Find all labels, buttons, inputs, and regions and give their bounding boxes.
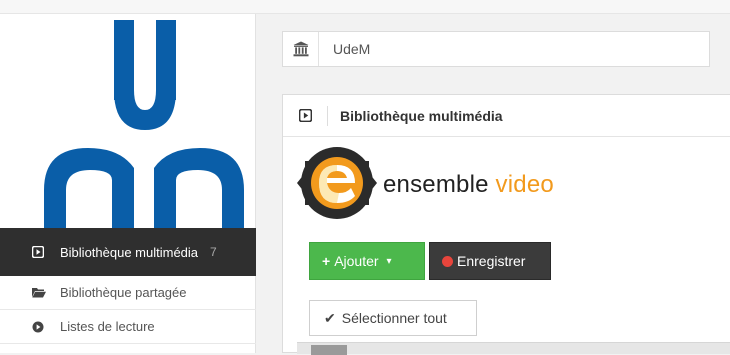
- list-toolbar-strip: [297, 342, 730, 355]
- organization-name: UdeM: [333, 41, 371, 57]
- brand-word-video: video: [495, 171, 554, 198]
- institution-icon: [283, 32, 319, 66]
- media-library-panel: Bibliothèque multimédia ensemble video +…: [282, 94, 730, 355]
- plus-icon: +: [322, 253, 331, 269]
- list-toolbar-handle: [311, 345, 347, 355]
- ensemble-logo-icon: [297, 143, 377, 228]
- sidebar-item-playlists[interactable]: Listes de lecture: [0, 310, 256, 344]
- organization-bar[interactable]: UdeM: [282, 31, 710, 67]
- sidebar-item-label: Bibliothèque partagée: [60, 285, 187, 300]
- play-square-icon: [32, 246, 50, 258]
- header-divider: [327, 105, 328, 126]
- caret-down-icon: ▾: [386, 255, 392, 267]
- sidebar-item-label: Bibliothèque multimédia: [60, 244, 199, 260]
- action-buttons: + Ajouter ▾ Enregistrer: [309, 242, 551, 280]
- sidebar: Bibliothèque multimédia 7 Bibliothèque p…: [0, 14, 256, 353]
- panel-title: Bibliothèque multimédia: [340, 107, 503, 124]
- add-button-label: Ajouter: [334, 253, 379, 269]
- play-square-icon: [283, 109, 327, 122]
- check-icon: ✔: [324, 309, 336, 326]
- sidebar-item-label: Listes de lecture: [60, 319, 155, 334]
- udem-logo: [44, 20, 244, 230]
- ensemble-video-brand: ensemble video: [297, 145, 554, 225]
- folder-open-icon: [32, 287, 50, 298]
- sidebar-nav: Bibliothèque multimédia 7 Bibliothèque p…: [0, 228, 256, 344]
- record-button[interactable]: Enregistrer: [429, 242, 551, 280]
- select-all-label: Sélectionner tout: [341, 310, 447, 326]
- brand-wordmark: ensemble video: [383, 171, 554, 199]
- panel-header: Bibliothèque multimédia: [283, 95, 730, 137]
- media-count-badge: 7: [210, 245, 217, 259]
- record-dot-icon: [442, 255, 453, 267]
- top-strip: [0, 0, 730, 14]
- brand-word-ensemble: ensemble: [383, 171, 489, 198]
- add-button[interactable]: + Ajouter ▾: [309, 242, 425, 280]
- sidebar-item-shared-library[interactable]: Bibliothèque partagée: [0, 276, 256, 310]
- record-button-label: Enregistrer: [457, 253, 526, 269]
- main-content: UdeM Bibliothèque multimédia ensemble vi…: [256, 14, 730, 355]
- sidebar-item-media-library[interactable]: Bibliothèque multimédia 7: [0, 228, 256, 276]
- circle-icon: [32, 321, 50, 333]
- select-all-button[interactable]: ✔ Sélectionner tout: [309, 300, 477, 336]
